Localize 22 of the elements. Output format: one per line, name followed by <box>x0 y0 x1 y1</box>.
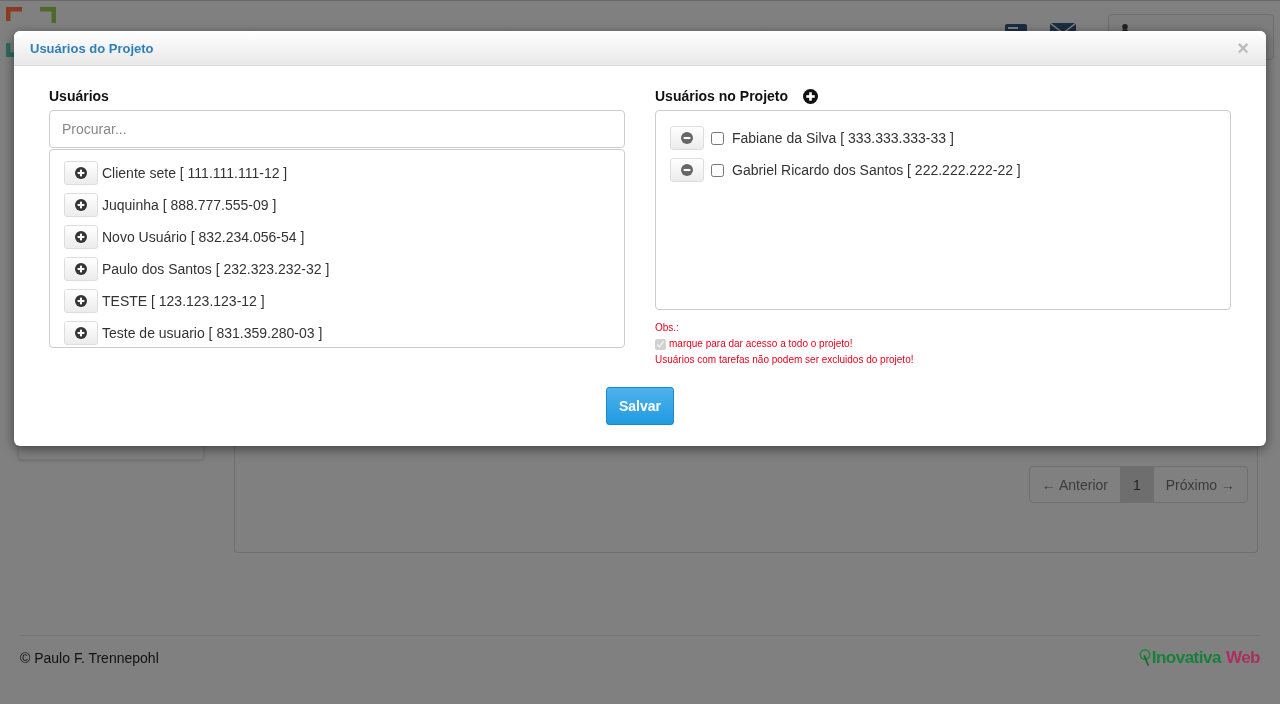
user-name: Cliente sete [ 111.111.111-12 ] <box>102 165 288 181</box>
page-link[interactable]: ← Anterior <box>1028 466 1121 503</box>
save-button[interactable]: Salvar <box>605 387 674 425</box>
warning-text: Usuários com tarefas não podem ser excluidos do projeto! <box>655 353 915 367</box>
user-name: Teste de usuario [ 831.359.280-03 ] <box>102 325 323 341</box>
copyright-text: © Paulo F. Trennepohl <box>20 650 159 666</box>
user-name: Novo Usuário [ 832.234.056-54 ] <box>102 229 305 245</box>
section-heading: Usuários no Projeto <box>655 87 789 106</box>
legend-text: marque para dar acesso a todo o projeto! <box>669 337 853 351</box>
close-button[interactable]: × <box>1234 38 1252 58</box>
page-link[interactable]: 1 <box>1119 466 1154 503</box>
user-name: TESTE [ 123.123.123-12 ] <box>102 293 265 309</box>
user-name: Fabiane da Silva [ 333.333.333-33 ] <box>732 130 954 146</box>
user-name: Gabriel Ricardo dos Santos [ 222.222.222-22 ] <box>732 162 1021 178</box>
note-label: Obs.: <box>655 321 680 335</box>
user-name: Paulo dos Santos [ 232.323.232-32 ] <box>102 261 330 277</box>
brand-logo[interactable]: Inovativa Web <box>1138 648 1260 668</box>
search-field[interactable]: Procurar... <box>49 110 625 148</box>
user-name: Juquinha [ 888.777.555-09 ] <box>102 197 277 213</box>
section-heading: Usuários <box>49 87 110 106</box>
page-link[interactable]: Próximo → <box>1152 466 1248 503</box>
dialog-title: Usuários do Projeto <box>30 40 154 56</box>
